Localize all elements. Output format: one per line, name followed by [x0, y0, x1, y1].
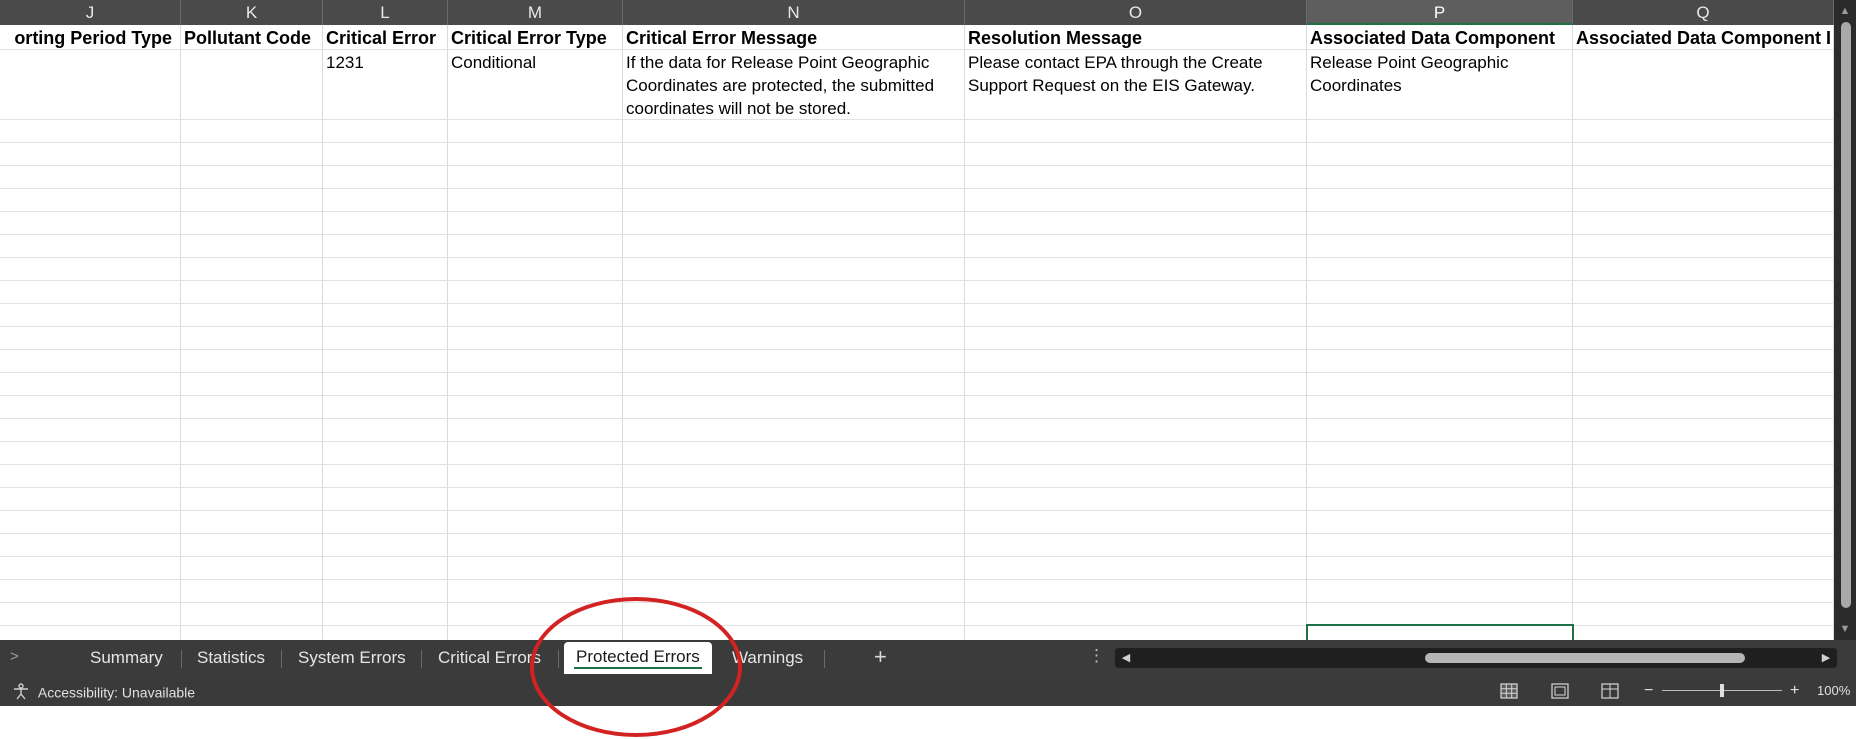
tab-separator: [421, 650, 422, 668]
page-layout-button[interactable]: [1549, 676, 1571, 706]
sheet-tab-protected-errors[interactable]: Protected Errors: [564, 642, 712, 674]
gridline: [0, 418, 1834, 419]
header-cell-M[interactable]: Critical Error Type: [451, 27, 621, 50]
vertical-scrollbar[interactable]: ▲ ▼: [1834, 0, 1856, 640]
accessibility-label: Accessibility: Unavailable: [37, 684, 196, 701]
scroll-right-icon[interactable]: ▶: [1817, 648, 1835, 668]
gridline: [0, 372, 1834, 373]
normal-view-button[interactable]: [1498, 676, 1520, 706]
header-cell-L[interactable]: Critical Error: [326, 27, 446, 50]
zoom-out-button[interactable]: −: [1644, 676, 1653, 706]
cell-area[interactable]: orting Period Type Pollutant Code Critic…: [0, 25, 1834, 640]
selected-cell[interactable]: [1306, 624, 1574, 640]
gridline: [0, 326, 1834, 327]
column-header-M[interactable]: M: [448, 0, 623, 25]
column-header-row: J K L M N O P Q: [0, 0, 1834, 25]
header-cell-N[interactable]: Critical Error Message: [626, 27, 962, 50]
tab-separator: [181, 650, 182, 668]
gridline: [0, 441, 1834, 442]
gridline: [0, 487, 1834, 488]
accessibility-status[interactable]: Accessibility: Unavailable: [12, 676, 195, 706]
column-header-P[interactable]: P: [1307, 0, 1573, 25]
page-layout-icon: [1551, 683, 1569, 699]
header-cell-P[interactable]: Associated Data Component: [1310, 27, 1570, 50]
gridline: [0, 556, 1834, 557]
gridline: [180, 25, 181, 640]
add-sheet-icon[interactable]: +: [874, 644, 887, 670]
sheet-tab-summary[interactable]: Summary: [78, 644, 175, 672]
gridline: [447, 25, 448, 640]
header-cell-J[interactable]: orting Period Type: [0, 27, 176, 50]
zoom-slider[interactable]: [1660, 676, 1784, 706]
gridline: [322, 25, 323, 640]
gridline: [0, 280, 1834, 281]
column-header-J[interactable]: J: [0, 0, 181, 25]
column-header-K[interactable]: K: [181, 0, 323, 25]
header-cell-K[interactable]: Pollutant Code: [184, 27, 322, 50]
sheet-tab-critical-errors[interactable]: Critical Errors: [426, 644, 553, 672]
cell-O2[interactable]: Please contact EPA through the Create Su…: [968, 51, 1298, 97]
zoom-level[interactable]: 100%: [1817, 676, 1850, 706]
gridline: [0, 257, 1834, 258]
gridline: [1306, 25, 1307, 640]
header-cell-Q[interactable]: Associated Data Component I: [1576, 27, 1833, 50]
sheet-tab-label: Protected Errors: [576, 647, 700, 666]
page-break-preview-button[interactable]: [1599, 676, 1621, 706]
gridline: [1572, 25, 1573, 640]
gridline: [0, 211, 1834, 212]
gridline: [0, 464, 1834, 465]
tab-separator: [824, 650, 825, 668]
gridline: [0, 188, 1834, 189]
scroll-down-icon[interactable]: ▼: [1834, 620, 1856, 638]
tab-scroll-right-icon[interactable]: >: [10, 648, 19, 665]
sheet-tab-system-errors[interactable]: System Errors: [286, 644, 418, 672]
horizontal-scroll-thumb[interactable]: [1425, 653, 1745, 663]
accessibility-icon: [14, 683, 28, 700]
scroll-up-icon[interactable]: ▲: [1834, 2, 1856, 20]
zoom-slider-thumb[interactable]: [1720, 684, 1724, 697]
column-header-Q[interactable]: Q: [1573, 0, 1834, 25]
spreadsheet-grid[interactable]: J K L M N O P Q orting Period Type Pollu…: [0, 0, 1834, 640]
cell-L2[interactable]: 1231: [326, 51, 446, 74]
gridline: [0, 395, 1834, 396]
column-header-L[interactable]: L: [323, 0, 448, 25]
column-header-N[interactable]: N: [623, 0, 965, 25]
gridline: [0, 234, 1834, 235]
cell-N2[interactable]: If the data for Release Point Geographic…: [626, 51, 962, 120]
sheet-tab-statistics[interactable]: Statistics: [185, 644, 277, 672]
header-cell-O[interactable]: Resolution Message: [968, 27, 1304, 50]
normal-view-icon: [1500, 683, 1518, 699]
cell-P2[interactable]: Release Point Geographic Coordinates: [1310, 51, 1550, 97]
gridline: [0, 579, 1834, 580]
sheet-tab-warnings[interactable]: Warnings: [720, 644, 815, 672]
gridline: [0, 510, 1834, 511]
blank-area: [0, 706, 1856, 739]
zoom-in-button[interactable]: +: [1790, 676, 1799, 706]
status-bar: Accessibility: Unavailable − + 100%: [0, 676, 1856, 706]
gridline: [0, 349, 1834, 350]
vertical-scroll-thumb[interactable]: [1841, 22, 1851, 608]
gridline: [0, 533, 1834, 534]
gridline: [0, 303, 1834, 304]
page-break-preview-icon: [1601, 683, 1619, 699]
horizontal-scrollbar[interactable]: ◀ ▶: [1115, 648, 1837, 668]
tab-separator: [281, 650, 282, 668]
gridline: [0, 602, 1834, 603]
scroll-left-icon[interactable]: ◀: [1117, 648, 1135, 668]
active-tab-underline: [574, 667, 702, 669]
gridline: [0, 142, 1834, 143]
gridline: [622, 25, 623, 640]
cell-M2[interactable]: Conditional: [451, 51, 621, 74]
more-options-icon[interactable]: ⋮: [1088, 646, 1105, 666]
column-header-O[interactable]: O: [965, 0, 1307, 25]
gridline: [964, 25, 965, 640]
tab-separator: [558, 650, 559, 668]
gridline: [0, 165, 1834, 166]
